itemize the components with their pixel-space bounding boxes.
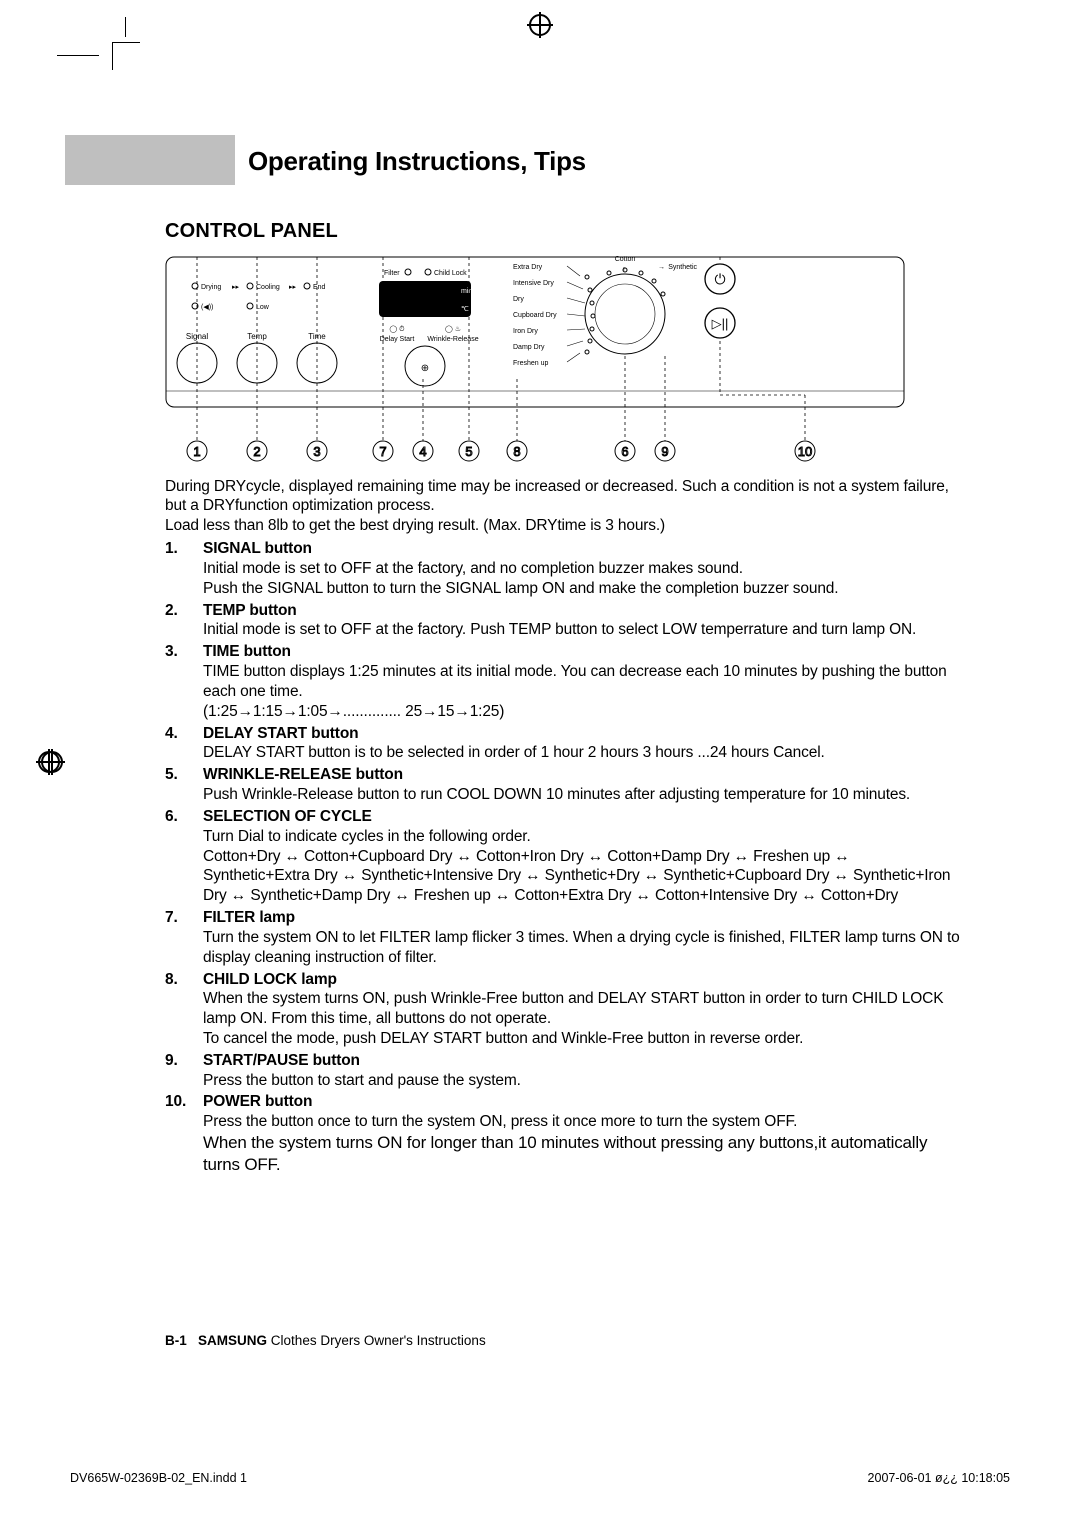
page-footer: B-1 SAMSUNG Clothes Dryers Owner's Instr… [165,1333,486,1348]
callout-9: 9 [661,444,668,459]
low-indicator-label: Low [256,304,270,311]
item-desc: Initial mode is set to OFF at the factor… [203,559,960,599]
item-temp: TEMP button Initial mode is set to OFF a… [165,601,960,641]
cooling-indicator-label: Cooling [256,284,280,291]
dial-level-damp-dry: Damp Dry [513,344,545,351]
title-accent [65,135,235,185]
callout-2: 2 [253,444,260,459]
child-lock-lamp-label: Child Lock [434,270,467,277]
item-title: CHILD LOCK lamp [203,971,337,988]
page-title: Operating Instructions, Tips [235,135,607,188]
footer-rest: Clothes Dryers Owner's Instructions [267,1333,486,1348]
callout-4: 4 [419,444,426,459]
item-title: START/PAUSE button [203,1052,360,1069]
callout-3: 3 [313,444,320,459]
item-desc: Turn Dial to indicate cycles in the foll… [203,827,960,906]
item-title: SELECTION OF CYCLE [203,808,372,825]
item-note: When the system turns ON for longer than… [203,1132,960,1176]
power-icon: ⏻ [714,271,725,287]
dial-level-cupboard-dry: Cupboard Dry [513,312,557,319]
title-bar: Operating Instructions, Tips [65,135,1015,188]
dial-level-extra-dry: Extra Dry [513,264,543,271]
dial-level-dry: Dry [513,296,524,303]
footer-page: B-1 [165,1333,187,1348]
dial-level-intensive-dry: Intensive Dry [513,280,554,287]
page: Operating Instructions, Tips CONTROL PAN… [65,30,1015,1443]
svg-text:▸▸: ▸▸ [232,284,240,291]
filter-lamp-label: Filter [384,270,400,277]
callout-1: 1 [193,444,200,459]
dial-top-synthetic: Synthetic [668,264,697,271]
display-degc: ℃ [461,306,469,313]
dial-level-freshen-up: Freshen up [513,360,549,367]
item-power: POWER button Press the button once to tu… [165,1092,960,1176]
item-desc: Initial mode is set to OFF at the factor… [203,620,960,640]
item-title: POWER button [203,1093,312,1110]
item-filter-lamp: FILTER lamp Turn the system ON to let FI… [165,908,960,967]
drying-indicator-label: Drying [201,284,221,291]
item-title: FILTER lamp [203,909,295,926]
dial-level-iron-dry: Iron Dry [513,328,538,335]
section-heading: CONTROL PANEL [165,220,1015,243]
control-panel-diagram: Drying ▸▸ Cooling ▸▸ End (◀)) Low Signal… [165,251,905,471]
instruction-list: SIGNAL button Initial mode is set to OFF… [165,539,960,1176]
intro-paragraph-1: During DRYcycle, displayed remaining tim… [165,477,960,516]
sound-indicator-icon: (◀)) [201,304,213,311]
wrinkle-release-icon: ◯ ♨ [445,325,461,333]
callout-7: 7 [379,444,386,459]
item-selection-of-cycle: SELECTION OF CYCLE Turn Dial to indicate… [165,807,960,906]
lock-icon: ⊕ [421,363,429,374]
item-title: DELAY START button [203,725,358,742]
print-file: DV665W-02369B-02_EN.indd 1 [70,1471,247,1485]
item-desc: When the system turns ON, push Wrinkle-F… [203,989,960,1048]
item-title: TEMP button [203,602,297,619]
wrinkle-release-label: Wrinkle-Release [427,336,478,343]
item-time: TIME button TIME button displays 1:25 mi… [165,642,960,721]
footer-brand: SAMSUNG [198,1333,267,1348]
callout-8: 8 [513,444,520,459]
display-min: min [461,288,472,295]
delay-start-icon: ◯ ⏱ [389,325,405,333]
item-desc: Turn the system ON to let FILTER lamp fl… [203,928,960,968]
item-title: WRINKLE-RELEASE button [203,766,403,783]
item-signal: SIGNAL button Initial mode is set to OFF… [165,539,960,598]
item-title: SIGNAL button [203,540,312,557]
item-delay-start: DELAY START button DELAY START button is… [165,724,960,764]
item-desc: Press the button once to turn the system… [203,1112,960,1132]
callout-6: 6 [621,444,628,459]
callout-10: 10 [798,444,812,459]
item-desc: Push Wrinkle-Release button to run COOL … [203,785,960,805]
start-pause-icon: ▷|| [712,316,729,331]
item-child-lock-lamp: CHILD LOCK lamp When the system turns ON… [165,970,960,1049]
print-footer: DV665W-02369B-02_EN.indd 1 2007-06-01 ø¿… [70,1471,1010,1485]
item-desc-text: Press the button once to turn the system… [203,1113,797,1130]
intro-paragraph-2: Load less than 8lb to get the best dryin… [165,516,960,535]
registration-mark-icon [41,751,63,773]
print-stamp: 2007-06-01 ø¿¿ 10:18:05 [868,1471,1010,1485]
item-desc: DELAY START button is to be selected in … [203,743,960,763]
end-indicator-label: End [313,284,326,291]
item-desc: TIME button displays 1:25 minutes at its… [203,662,960,721]
item-title: TIME button [203,643,291,660]
item-desc: Press the button to start and pause the … [203,1071,960,1091]
item-start-pause: START/PAUSE button Press the button to s… [165,1051,960,1091]
delay-start-label: Delay Start [380,336,415,343]
dial-top-cotton: Cotton [615,256,636,263]
item-wrinkle-release: WRINKLE-RELEASE button Push Wrinkle-Rele… [165,765,960,805]
callout-5: 5 [465,444,472,459]
svg-text:▸▸: ▸▸ [289,284,297,291]
display-digits: 88:88 [385,291,450,314]
svg-text:→: → [658,264,665,271]
